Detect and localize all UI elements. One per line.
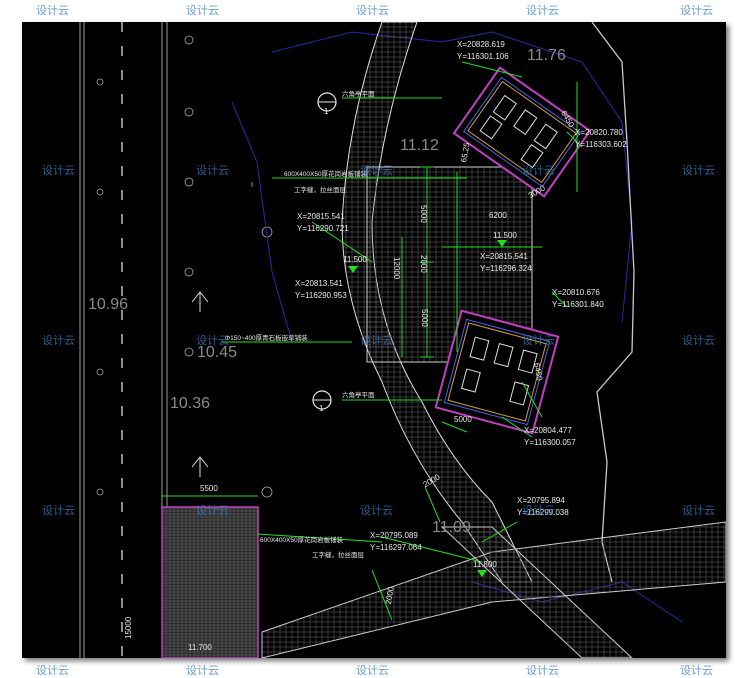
watermark-bottom-3: 设计云: [356, 664, 389, 677]
bottom-building: [161, 506, 259, 658]
dim-6200: 6200: [489, 211, 507, 220]
watermark-6: 设计云: [196, 164, 229, 177]
dim-5000c: 5000: [454, 415, 472, 424]
elev-p3: 11.800: [473, 560, 497, 569]
section-marker-mid: 1: [312, 390, 332, 413]
watermark-8: 设计云: [522, 164, 555, 177]
coord-1-x: X=20828.619: [457, 40, 505, 49]
dim-12000: 12000: [392, 257, 401, 280]
coord-2-y: Y=116303.602: [575, 140, 627, 149]
elev-e2: 11.12: [400, 137, 439, 154]
coord-4-x: X=20815.541: [480, 252, 528, 261]
note-paving-bottom-b: 工字缝，拉丝面层: [312, 550, 365, 559]
note-stone-grass: Φ150~400厚青石板嵌草铺装: [225, 333, 308, 342]
section-marker-top: 1: [317, 92, 337, 116]
coord-9-y: Y=116297.064: [370, 543, 422, 552]
elev-e6: 11.09: [432, 519, 471, 536]
coord-2-x: X=20820.780: [575, 128, 623, 137]
coord-6-y: Y=116301.840: [552, 300, 604, 309]
svg-text:1: 1: [324, 107, 329, 116]
elev-p4: 11.700: [188, 643, 212, 652]
coord-5-y: Y=116290.953: [295, 291, 347, 300]
watermark-15: 设计云: [42, 504, 75, 517]
coord-9-x: X=20795.089: [370, 531, 418, 540]
watermark-10: 设计云: [42, 334, 75, 347]
watermark-bottom-4: 设计云: [526, 664, 559, 677]
note-pavilion-mid: 六角亭平面: [342, 390, 375, 399]
tree-symbols: [96, 35, 273, 498]
dim-6525: 65.25: [459, 141, 471, 163]
watermark-bottom-1: 设计云: [36, 664, 69, 677]
coord-6-x: X=20810.676: [552, 288, 600, 297]
watermark-top-1: 设计云: [36, 4, 69, 17]
watermark-7: 设计云: [360, 164, 393, 177]
dim-2000a: 2000: [419, 255, 428, 273]
watermark-18: 设计云: [522, 504, 555, 517]
watermark-9: 设计云: [682, 164, 715, 177]
watermark-top-3: 设计云: [356, 4, 389, 17]
coord-7-x: X=20804.477: [524, 426, 572, 435]
coord-3-y: Y=116290.721: [297, 224, 349, 233]
watermark-top-2: 设计云: [186, 4, 219, 17]
note-paving-bottom: 600X400X50厚花岗岩板铺装: [260, 535, 344, 544]
watermark-bottom-5: 设计云: [680, 664, 713, 677]
road-lines: [79, 22, 168, 658]
coord-1-y: Y=116301.106: [457, 52, 509, 61]
elev-p1: 11.500: [493, 231, 517, 240]
watermark-top-4: 设计云: [526, 4, 559, 17]
watermark-19: 设计云: [682, 504, 715, 517]
elev-p2: 11.500: [343, 255, 367, 264]
cad-drawing-canvas: 11.76 11.12 10.96 10.45 10.36 11.09 X=20…: [22, 22, 726, 658]
coord-7-y: Y=116300.057: [524, 438, 576, 447]
dim-5000b: 5000: [420, 309, 429, 327]
watermark-5: 设计云: [42, 164, 75, 177]
note-paving-top: 600X400X50厚花岗岩板铺装: [284, 169, 368, 178]
dim-5000a: 5000: [419, 205, 428, 223]
watermark-17: 设计云: [360, 504, 393, 517]
dim-5500: 5500: [200, 484, 218, 493]
watermark-16: 设计云: [196, 504, 229, 517]
watermark-bottom-2: 设计云: [186, 664, 219, 677]
coord-3-x: X=20815.541: [297, 212, 345, 221]
watermark-top-5: 设计云: [680, 4, 713, 17]
note-pavilion-top: 六角亭平面: [342, 89, 375, 98]
svg-text:1: 1: [319, 404, 324, 413]
watermark-14: 设计云: [682, 334, 715, 347]
watermark-12: 设计云: [360, 334, 393, 347]
watermark-11: 设计云: [196, 334, 229, 347]
elev-e1: 11.76: [527, 47, 566, 64]
coord-4-y: Y=116296.324: [480, 264, 532, 273]
elev-e3: 10.96: [88, 296, 128, 313]
dim-15000: 15000: [124, 616, 133, 639]
note-paving-top-b: 工字缝，拉丝面层: [294, 185, 347, 194]
elev-e5: 10.36: [170, 395, 210, 412]
coord-5-x: X=20813.541: [295, 279, 343, 288]
axis-markers: [191, 291, 209, 477]
watermark-13: 设计云: [522, 334, 555, 347]
